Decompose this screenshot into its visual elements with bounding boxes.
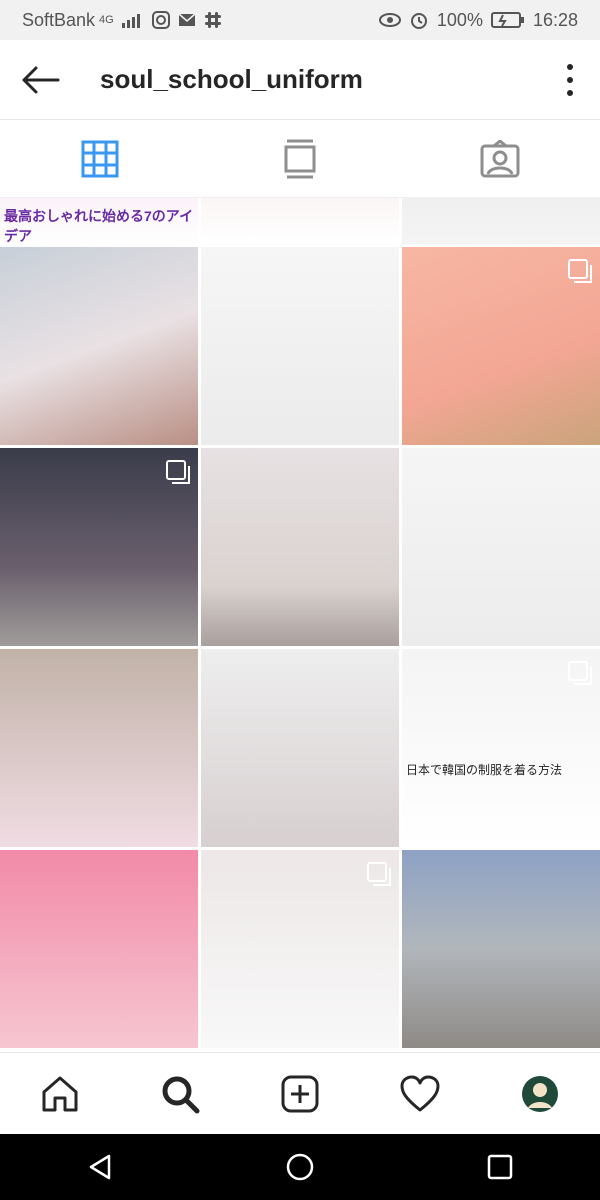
dot-icon [567, 77, 573, 83]
status-bar: SoftBank 4G 100% 16:28 [0, 0, 600, 40]
clock: 16:28 [532, 9, 578, 30]
bottom-navigation [0, 1052, 600, 1134]
search-icon [162, 1076, 200, 1113]
post-thumbnail[interactable] [201, 448, 399, 646]
multi-photo-icon [166, 460, 190, 484]
tab-tagged[interactable] [400, 120, 600, 197]
page-title: soul_school_uniform [100, 64, 363, 94]
post-thumbnail[interactable] [0, 247, 198, 445]
instagram-notification-icon [151, 11, 170, 29]
system-recents-icon[interactable] [485, 1152, 515, 1182]
post-thumbnail[interactable]: 最高おしゃれに始める7のアイデア [0, 198, 198, 244]
multi-photo-icon [367, 862, 391, 886]
post-thumbnail[interactable] [201, 247, 399, 445]
multi-photo-icon [568, 259, 592, 283]
slack-icon [204, 12, 221, 28]
nav-profile[interactable] [510, 1064, 570, 1124]
post-thumbnail[interactable] [0, 850, 198, 1048]
nav-home[interactable] [30, 1064, 90, 1124]
network-label: 4G [99, 14, 114, 26]
dot-icon [567, 64, 573, 70]
post-caption: 最高おしゃれに始める7のアイデア [4, 208, 194, 244]
post-thumbnail[interactable] [402, 850, 600, 1048]
add-post-icon [281, 1075, 319, 1112]
grid-icon [81, 140, 119, 177]
alarm-icon [410, 13, 427, 29]
system-navigation-bar [0, 1134, 600, 1200]
post-grid: 最高おしゃれに始める7のアイデア 日本で韓国の制服を着る方法 [0, 198, 600, 1052]
multi-photo-icon [568, 661, 592, 685]
post-thumbnail[interactable] [201, 198, 399, 244]
battery-percent: 100% [436, 9, 483, 30]
post-thumbnail[interactable] [0, 649, 198, 847]
system-back-icon[interactable] [85, 1152, 115, 1182]
post-thumbnail[interactable] [402, 448, 600, 646]
dot-icon [567, 90, 573, 96]
carrier-label: SoftBank [22, 9, 96, 30]
tab-feed[interactable] [200, 120, 400, 197]
more-options-button[interactable] [564, 64, 576, 96]
eye-icon [378, 13, 401, 27]
post-caption: 日本で韓国の制服を着る方法 [406, 763, 563, 777]
signal-icon [121, 14, 140, 28]
post-thumbnail[interactable] [201, 649, 399, 847]
home-icon [42, 1076, 78, 1111]
post-thumbnail[interactable]: 日本で韓国の制服を着る方法 [402, 649, 600, 847]
nav-add[interactable] [270, 1064, 330, 1124]
profile-header: soul_school_uniform [0, 40, 600, 120]
post-thumbnail[interactable] [201, 850, 399, 1048]
feed-icon [284, 139, 316, 178]
tagged-person-icon [480, 139, 520, 177]
tab-grid[interactable] [0, 120, 200, 197]
post-thumbnail[interactable] [402, 247, 600, 445]
nav-search[interactable] [150, 1064, 210, 1124]
profile-avatar-icon [522, 1075, 558, 1112]
battery-icon [490, 12, 524, 28]
mail-icon [178, 13, 196, 26]
profile-tabs [0, 120, 600, 198]
post-thumbnail[interactable] [402, 198, 600, 244]
system-home-icon[interactable] [285, 1152, 315, 1182]
heart-icon [400, 1075, 440, 1111]
post-thumbnail[interactable] [0, 448, 198, 646]
nav-activity[interactable] [390, 1064, 450, 1124]
back-button[interactable] [0, 40, 80, 120]
arrow-left-icon [22, 66, 60, 93]
